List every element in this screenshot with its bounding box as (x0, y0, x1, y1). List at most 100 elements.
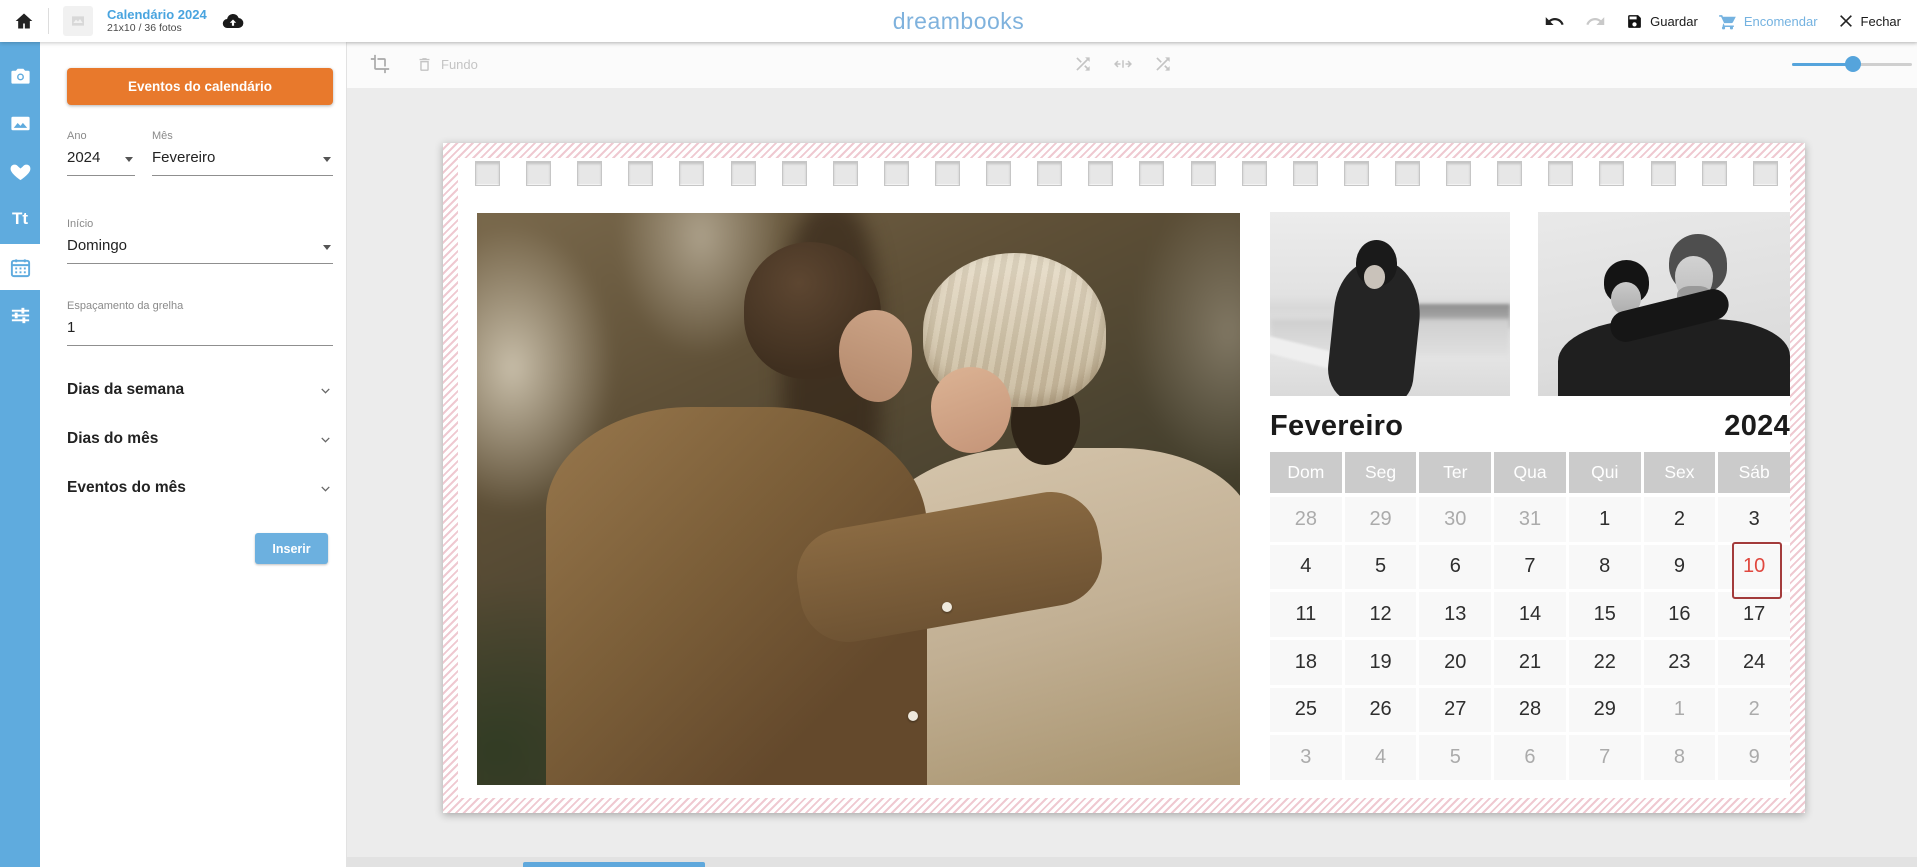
day-cell: 28 (1270, 497, 1342, 542)
selected-page-thumbnail-edge[interactable] (523, 862, 705, 867)
save-button[interactable]: Guardar (1626, 13, 1698, 30)
app-logo: dreambooks (893, 8, 1025, 35)
weekday-cell: Sex (1644, 452, 1716, 493)
day-cell: 14 (1494, 592, 1566, 637)
weekday-cell: Ter (1419, 452, 1491, 493)
week-start-select[interactable]: Início Domingo (67, 218, 333, 264)
day-cell: 5 (1345, 545, 1417, 590)
binding-hole (884, 161, 909, 186)
day-cell: 23 (1644, 640, 1716, 685)
day-cell: 4 (1345, 735, 1417, 780)
week-start-label: Início (67, 218, 333, 230)
chevron-down-icon (318, 432, 333, 447)
redo-button[interactable] (1585, 11, 1606, 32)
day-cell: 5 (1419, 735, 1491, 780)
day-cell: 3 (1718, 497, 1790, 542)
day-cell: 24 (1718, 640, 1790, 685)
day-cell: 19 (1345, 640, 1417, 685)
swap-horizontal-button[interactable] (1113, 54, 1133, 74)
grid-spacing-value: 1 (67, 319, 333, 345)
year-select[interactable]: Ano 2024 (67, 130, 135, 176)
day-cell: 13 (1419, 592, 1491, 637)
small-photo-placeholder-2[interactable] (1538, 212, 1790, 396)
month-label: Mês (152, 130, 333, 142)
home-button[interactable] (14, 11, 34, 31)
order-button[interactable]: Encomendar (1718, 12, 1818, 31)
swap-horizontal-icon (1113, 54, 1133, 74)
chevron-down-icon (318, 481, 333, 496)
highlighted-day-box (1732, 542, 1782, 599)
section-month-days[interactable]: Dias do mês (67, 425, 333, 453)
day-cell: 3 (1270, 735, 1342, 780)
save-label: Guardar (1650, 14, 1698, 29)
binding-hole (577, 161, 602, 186)
sidebar-item-adjustments[interactable] (0, 292, 40, 338)
weekday-cell: Seg (1345, 452, 1417, 493)
day-cell: 17 (1718, 592, 1790, 637)
insert-button[interactable]: Inserir (255, 533, 328, 564)
chevron-down-icon (318, 383, 333, 398)
delete-background-button[interactable]: Fundo (416, 56, 478, 73)
day-cell: 29 (1345, 497, 1417, 542)
shuffle-photos-button[interactable] (1073, 54, 1093, 74)
day-cell: 6 (1419, 545, 1491, 590)
crop-icon (370, 54, 390, 74)
day-cell: 12 (1345, 592, 1417, 637)
zoom-thumb[interactable] (1845, 56, 1861, 72)
calendar-year-title: 2024 (1724, 410, 1790, 443)
sidebar-item-photos[interactable] (0, 52, 40, 98)
home-icon (14, 11, 34, 31)
main-photo-placeholder[interactable] (477, 213, 1240, 785)
grid-spacing-input[interactable]: Espaçamento da grelha 1 (67, 300, 333, 346)
calendar-month-title: Fevereiro (1270, 410, 1403, 443)
dropdown-arrow-icon (323, 245, 331, 250)
binding-hole (628, 161, 653, 186)
undo-icon (1544, 11, 1565, 32)
sidebar-item-favorites[interactable] (0, 148, 40, 194)
zoom-slider[interactable] (1792, 56, 1912, 73)
month-select[interactable]: Mês Fevereiro (152, 130, 333, 176)
day-cell: 20 (1419, 640, 1491, 685)
top-bar: Calendário 2024 21x10 / 36 fotos dreambo… (0, 0, 1917, 42)
day-cell: 7 (1569, 735, 1641, 780)
cloud-upload-button[interactable] (221, 9, 245, 33)
sidebar-item-layouts[interactable] (0, 100, 40, 146)
calendar-tool-panel: Eventos do calendário Ano 2024 Mês Fever… (40, 42, 347, 867)
heart-icon (9, 160, 32, 183)
canvas-toolbar: Fundo (346, 42, 1917, 88)
close-icon (1838, 13, 1854, 29)
close-label: Fechar (1861, 14, 1901, 29)
image-icon (9, 112, 32, 135)
weekday-row: DomSegTerQuaQuiSexSáb (1270, 452, 1790, 493)
day-cell: 1 (1644, 688, 1716, 733)
binding-hole (833, 161, 858, 186)
weekday-cell: Sáb (1718, 452, 1790, 493)
calendar-events-button[interactable]: Eventos do calendário (67, 68, 333, 105)
crop-button[interactable] (370, 54, 390, 74)
calendar-page[interactable]: Fevereiro 2024 DomSegTerQuaQuiSexSáb 282… (443, 143, 1805, 813)
binding-hole (475, 161, 500, 186)
sidebar-item-text[interactable]: Tt (0, 196, 40, 242)
camera-icon (9, 64, 32, 87)
close-button[interactable]: Fechar (1838, 13, 1901, 29)
binding-hole (679, 161, 704, 186)
calendar-column: Fevereiro 2024 DomSegTerQuaQuiSexSáb 282… (1270, 158, 1790, 798)
small-photo-placeholder-1[interactable] (1270, 212, 1510, 396)
date-grid: 2829303112345678910111213141516171819202… (1270, 497, 1790, 780)
day-cell: 16 (1644, 592, 1716, 637)
photo-shape (839, 310, 911, 402)
save-icon (1626, 13, 1643, 30)
background-label: Fundo (441, 57, 478, 72)
shuffle-layout-button[interactable] (1153, 54, 1173, 74)
sidebar-item-calendar[interactable] (0, 244, 40, 290)
undo-button[interactable] (1544, 11, 1565, 32)
day-cell: 21 (1494, 640, 1566, 685)
section-weekdays[interactable]: Dias da semana (67, 376, 333, 404)
dropdown-arrow-icon (125, 157, 133, 162)
redo-icon (1585, 11, 1606, 32)
day-cell: 2 (1718, 688, 1790, 733)
section-month-events[interactable]: Eventos do mês (67, 474, 333, 502)
day-cell: 26 (1345, 688, 1417, 733)
sliders-icon (9, 304, 32, 327)
project-title: Calendário 2024 (107, 8, 207, 23)
